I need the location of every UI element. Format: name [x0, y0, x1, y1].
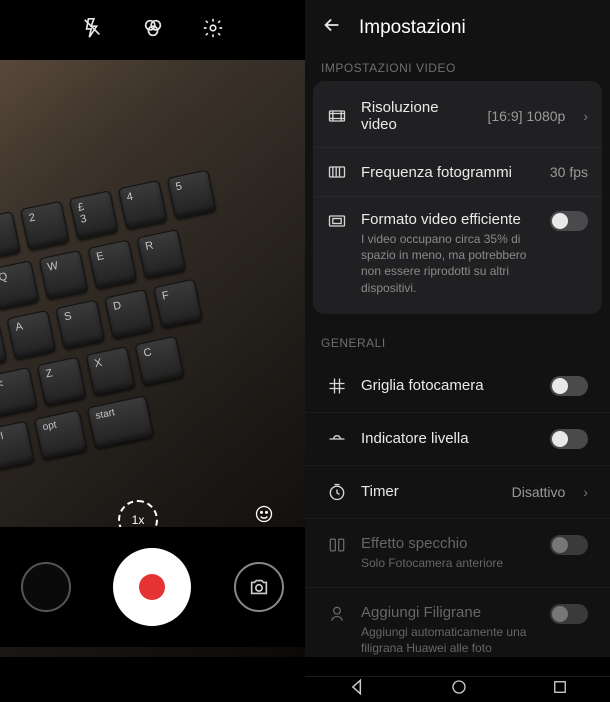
watermark-toggle	[550, 604, 588, 624]
resolution-value: [16:9] 1080p	[487, 108, 565, 124]
timer-icon	[327, 482, 347, 502]
record-icon	[139, 574, 165, 600]
camera-viewfinder[interactable]: esc \ "1 2 £3 4 5 tab Q W E R bloc maius…	[0, 60, 305, 657]
chevron-right-icon: ›	[583, 108, 588, 124]
efficient-format-icon	[327, 211, 347, 231]
video-settings-card: Risoluzione video [16:9] 1080p › Frequen…	[313, 81, 602, 314]
system-nav-bar	[305, 676, 610, 702]
nav-recent-icon[interactable]	[551, 678, 569, 701]
camera-app: esc \ "1 2 £3 4 5 tab Q W E R bloc maius…	[0, 0, 305, 657]
grid-icon	[327, 376, 347, 396]
mirror-toggle	[550, 535, 588, 555]
gallery-thumbnail[interactable]	[21, 562, 71, 612]
switch-camera-button[interactable]	[234, 562, 284, 612]
row-timer[interactable]: Timer Disattivo ›	[305, 465, 610, 518]
framerate-icon	[327, 162, 347, 182]
section-video-label: IMPOSTAZIONI VIDEO	[305, 51, 610, 81]
settings-title: Impostazioni	[359, 17, 466, 39]
settings-header: Impostazioni	[305, 0, 610, 51]
chevron-right-icon: ›	[583, 484, 588, 500]
row-watermark: Aggiungi Filigrane Aggiungi automaticame…	[305, 587, 610, 672]
flash-off-icon[interactable]	[82, 17, 104, 44]
color-filter-icon[interactable]	[142, 17, 164, 44]
level-toggle[interactable]	[550, 429, 588, 449]
resolution-icon	[327, 106, 347, 126]
back-arrow-icon[interactable]	[321, 14, 343, 41]
row-video-resolution[interactable]: Risoluzione video [16:9] 1080p ›	[313, 85, 602, 147]
row-efficient-format[interactable]: Formato video efficiente I video occupan…	[313, 196, 602, 310]
row-mirror-effect: Effetto specchio Solo Fotocamera anterio…	[305, 518, 610, 587]
camera-top-bar	[0, 0, 305, 60]
framerate-value: 30 fps	[550, 164, 588, 180]
switch-camera-icon	[248, 576, 270, 598]
viewfinder-subject: esc \ "1 2 £3 4 5 tab Q W E R bloc maius…	[0, 93, 305, 488]
level-icon	[327, 429, 347, 449]
camera-bottom-bar	[0, 527, 305, 647]
general-settings-list: Griglia fotocamera Indicatore livella Ti…	[305, 356, 610, 677]
nav-back-icon[interactable]	[347, 677, 367, 702]
row-level-indicator[interactable]: Indicatore livella	[305, 412, 610, 465]
mirror-icon	[327, 535, 347, 555]
row-frame-rate[interactable]: Frequenza fotogrammi 30 fps	[313, 147, 602, 196]
section-general-label: GENERALI	[305, 326, 610, 356]
efficient-format-toggle[interactable]	[550, 211, 588, 231]
row-camera-grid[interactable]: Griglia fotocamera	[305, 360, 610, 412]
shutter-button[interactable]	[113, 548, 191, 626]
settings-gear-icon[interactable]	[202, 17, 224, 44]
timer-value: Disattivo	[512, 484, 566, 500]
grid-toggle[interactable]	[550, 376, 588, 396]
settings-panel: Impostazioni IMPOSTAZIONI VIDEO Risoluzi…	[305, 0, 610, 657]
nav-home-icon[interactable]	[450, 678, 468, 701]
watermark-icon	[327, 604, 347, 624]
beauty-icon	[254, 504, 274, 524]
zoom-value: 1x	[132, 513, 145, 527]
